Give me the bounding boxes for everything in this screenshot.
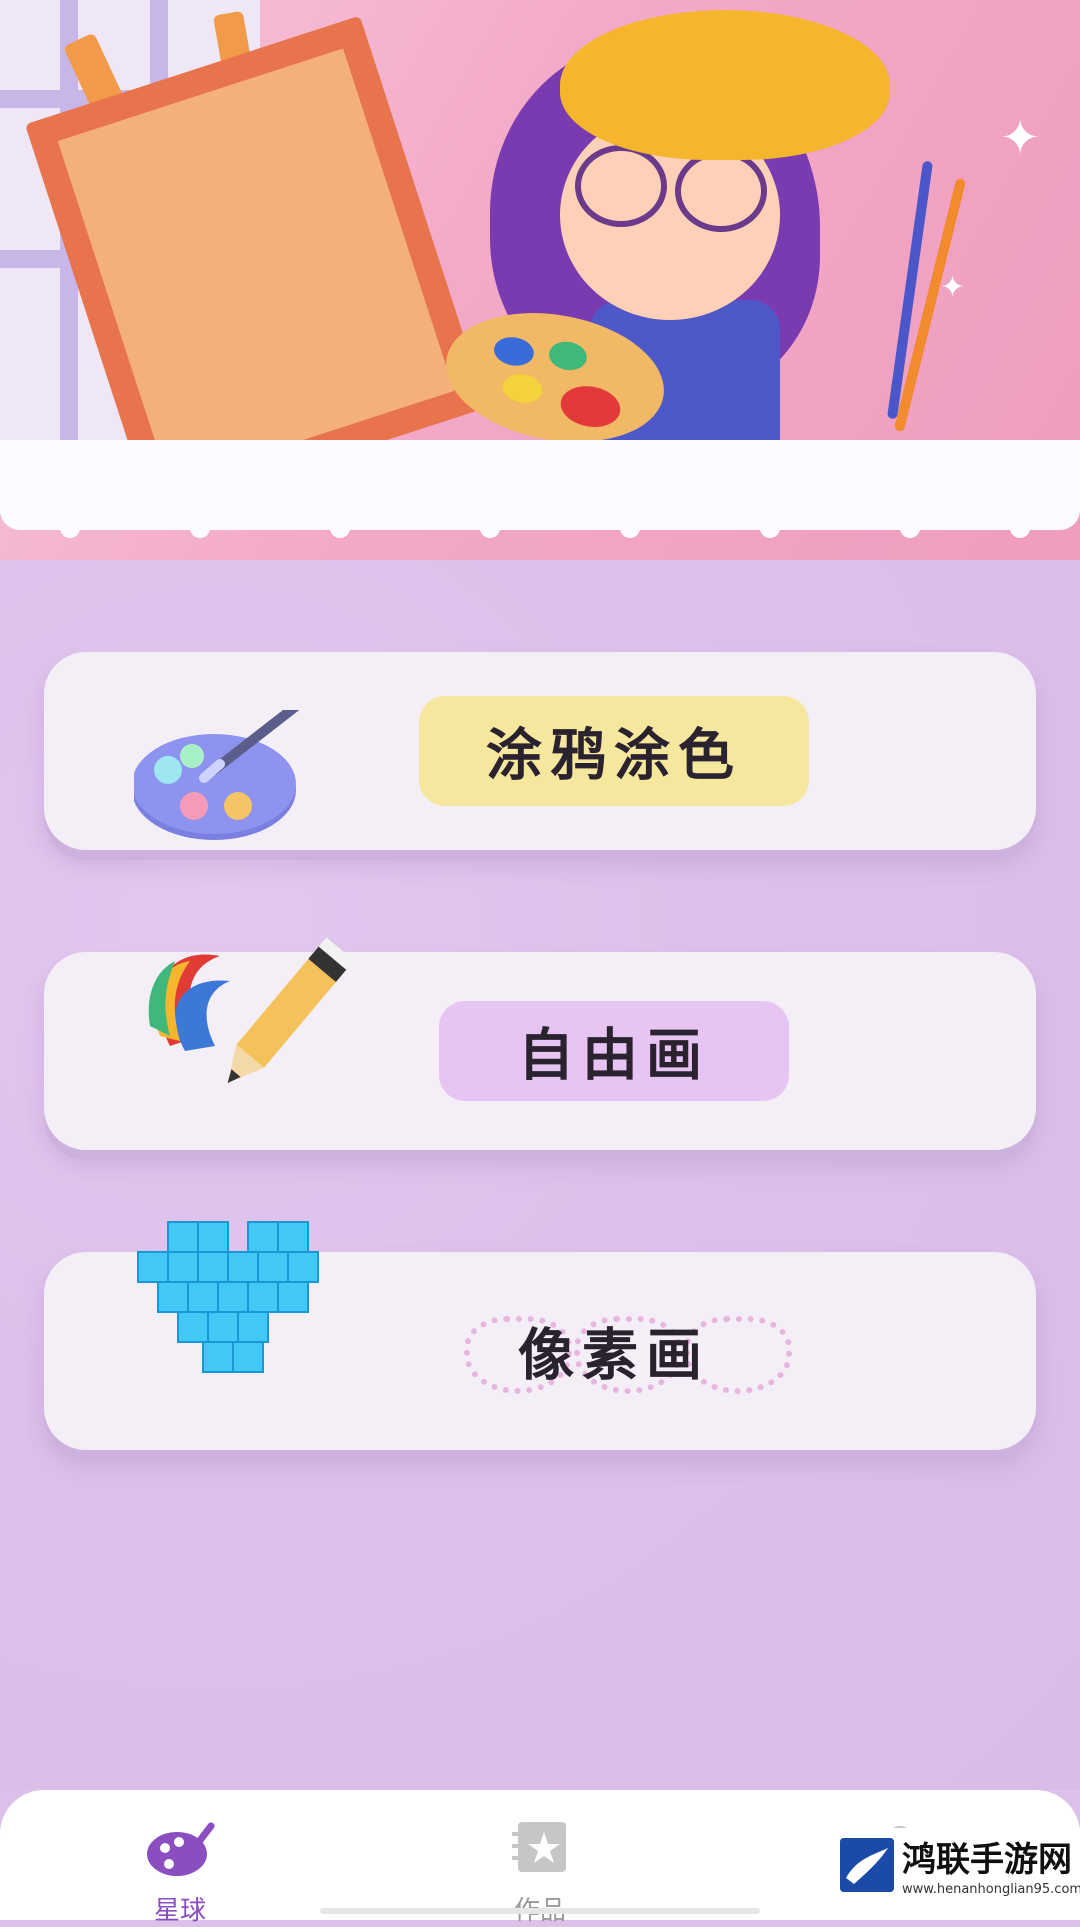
glasses-icon (675, 150, 767, 232)
paint-palette-icon (134, 710, 300, 840)
free-draw-card[interactable]: 自由画 (44, 937, 1036, 1150)
tab-works[interactable]: 作品 (440, 1810, 640, 1926)
home-indicator (320, 1908, 760, 1914)
pencil-swoosh-icon (148, 937, 354, 1084)
free-draw-label: 自由画 (518, 1023, 710, 1089)
watermark-url: www.henanhonglian95.com (902, 1882, 1080, 1897)
sparkle-icon: ✦ (1000, 110, 1041, 166)
works-star-icon (512, 1822, 566, 1872)
main-content: 涂鸦涂色 自由画 像素画 (0, 560, 1080, 1790)
doodle-coloring-card[interactable]: 涂鸦涂色 (44, 652, 1036, 850)
glasses-icon (575, 145, 667, 227)
hero-banner: ✦ ✦ (0, 0, 1080, 560)
pixel-heart-icon (137, 1221, 319, 1373)
pixel-art-label: 像素画 (518, 1323, 710, 1389)
sparkle-icon: ✦ (940, 270, 966, 305)
pixel-art-card[interactable]: 像素画 (44, 1221, 1036, 1450)
tab-planet-label: 星球 (153, 1896, 206, 1926)
tab-planet[interactable]: 星球 (80, 1810, 280, 1926)
palette-tab-icon (147, 1822, 215, 1876)
beret (560, 10, 890, 160)
doodle-coloring-label: 涂鸦涂色 (486, 723, 742, 789)
watermark: 鸿联手游网 www.henanhonglian95.com (830, 1828, 1080, 1920)
watermark-logo-icon (840, 1838, 894, 1892)
watermark-text: 鸿联手游网 (902, 1840, 1072, 1880)
